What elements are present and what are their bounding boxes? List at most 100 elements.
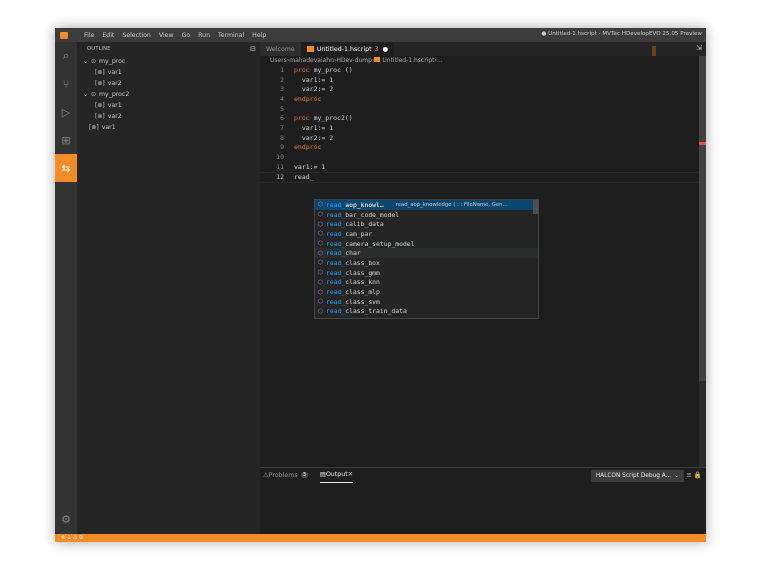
code-token: var2:= 2 — [294, 85, 334, 94]
outline-procedure[interactable]: ⌄ ⊙ my_proc — [77, 56, 260, 67]
code-line[interactable]: 4 endproc — [260, 94, 706, 104]
suggestion-match: read_ — [326, 239, 346, 248]
suggestion-label: camera_setup_model — [345, 239, 415, 248]
suggestion-item[interactable]: ⬡ read_ calib_data — [315, 219, 538, 229]
menu-item-go[interactable]: Go — [182, 32, 191, 39]
menu-item-file[interactable]: File — [84, 32, 94, 39]
suggestion-item[interactable]: ⬡ read_ class_svm — [315, 297, 538, 307]
code-line[interactable]: 3 var2:= 2 — [260, 84, 706, 94]
suggestion-item[interactable]: ⬡ read_ class_mlp — [315, 287, 538, 297]
output-channel-select[interactable]: HALCON Script Debug A... ⌄ — [590, 470, 684, 482]
tab-label: Untitled-1.hscript — [316, 45, 372, 53]
code-line[interactable]: 2 var1:= 1 — [260, 75, 706, 85]
suggestion-item[interactable]: ⬡ read_ class_gmm — [315, 268, 538, 278]
editor-scrollbar-thumb[interactable] — [699, 56, 706, 381]
breadcrumb-item[interactable]: Untitled-1.hscript — [374, 57, 435, 64]
bottom-panel: ⚠ Problems 3 ▤ Output ✕ HALCON Script Debu… — [260, 467, 706, 535]
breadcrumb-item[interactable]: mahadevaiahn — [289, 57, 334, 64]
collapse-all-icon[interactable]: ⊟ — [250, 45, 256, 53]
suggestion-label: class_mlp — [345, 288, 380, 297]
code-line[interactable]: 8 var2:= 2 — [260, 133, 706, 143]
method-cube-icon: ⬡ — [317, 288, 324, 296]
panel-action-icons[interactable]: ≡ 🔒 — [686, 471, 702, 479]
suggestion-widget[interactable]: ⬡ read_ aop_knowl… read_aop_knowledge ( : :… — [314, 199, 539, 319]
outline-variable[interactable]: [⊗] var2 — [77, 78, 260, 89]
code-line[interactable]: 7 var1:= 1 — [260, 123, 706, 133]
outline-tree: ⌄ ⊙ my_proc [⊗] var1 [⊗] var2 ⌄ ⊙ my_proc2 [⊗] var1… — [77, 56, 260, 133]
menu-item-help[interactable]: Help — [252, 32, 266, 39]
breadcrumb-item[interactable]: Users — [270, 57, 287, 64]
halcon-icon[interactable]: ⇆ — [55, 154, 77, 182]
outline-variable[interactable]: [⊗] var2 — [77, 111, 260, 122]
menu-item-run[interactable]: Run — [198, 32, 210, 39]
method-cube-icon: ⬡ — [317, 240, 324, 248]
method-cube-icon: ⬡ — [317, 201, 324, 209]
procedure-icon: ⊙ — [91, 58, 97, 65]
outline-variable[interactable]: [⊗] var1 — [77, 67, 260, 78]
minimap[interactable] — [652, 46, 656, 56]
outline-variable[interactable]: [⊗] var1 — [77, 122, 260, 133]
run-debug-icon[interactable]: ▷ — [55, 98, 77, 126]
suggestion-match: read_ — [326, 229, 346, 238]
suggestion-item[interactable]: ⬡ read_ class_knn — [315, 278, 538, 288]
code-token: endproc — [294, 143, 322, 152]
search-icon[interactable]: ⌕ — [55, 42, 77, 70]
suggestion-item[interactable]: ⬡ read_ char — [315, 248, 538, 259]
settings-gear-icon[interactable]: ⚙ — [55, 513, 77, 526]
chevron-down-icon[interactable]: ⌄ — [83, 91, 91, 98]
split-editor-icon[interactable]: ⇲ — [696, 44, 702, 52]
menu-item-selection[interactable]: Selection — [122, 32, 151, 39]
suggestion-item[interactable]: ⬡ read_ cam_par — [315, 229, 538, 239]
code-token: endproc — [294, 94, 322, 103]
panel-tab-problems[interactable]: ⚠ Problems 3 — [263, 468, 308, 482]
suggestion-item[interactable]: ⬡ read_ camera_setup_model — [315, 239, 538, 249]
suggestion-label: calib_data — [345, 220, 384, 229]
line-number: 6 — [280, 114, 284, 123]
code-line[interactable]: 1 proc my_proc () — [260, 65, 706, 75]
suggestion-item[interactable]: ⬡ read_ class_train_data — [315, 307, 538, 317]
breadcrumb-item[interactable]: HDev-dump — [336, 57, 372, 64]
close-icon[interactable]: ✕ — [348, 471, 353, 478]
code-line[interactable]: 5 — [260, 104, 706, 114]
chevron-down-icon[interactable]: ⌄ — [83, 58, 91, 65]
suggestion-label: class_svm — [345, 297, 380, 306]
hscript-file-icon — [306, 46, 314, 52]
suggestion-item[interactable]: ⬡ read_ class_box — [315, 258, 538, 268]
app-window: File Edit Selection View Go Run Terminal Help ●… — [55, 28, 706, 542]
panel-tab-output[interactable]: ▤ Output ✕ — [319, 468, 353, 483]
code-line[interactable]: 12 read_ — [260, 171, 706, 184]
outline-procedure[interactable]: ⌄ ⊙ my_proc2 — [77, 89, 260, 100]
suggestion-item[interactable]: ⬡ read_ bar_code_model — [315, 210, 538, 220]
suggestion-label: bar_code_model — [345, 210, 400, 219]
method-cube-icon: ⬡ — [317, 220, 324, 228]
source-control-icon[interactable]: ⑂ — [55, 70, 77, 98]
suggestion-item[interactable]: ⬡ read_ aop_knowl… read_aop_knowledge ( : :… — [315, 200, 538, 210]
outline-label: var2 — [107, 113, 122, 120]
outline-label: var1 — [107, 102, 122, 109]
suggestion-label: cam_par — [345, 229, 373, 238]
code-line[interactable]: 10 — [260, 152, 706, 162]
problems-status[interactable]: ⊗ 1 ⚠ 0 — [61, 535, 83, 541]
breadcrumb-item[interactable]: ... — [437, 57, 443, 64]
menu-item-view[interactable]: View — [159, 32, 174, 39]
outline-variable[interactable]: [⊗] var1 — [77, 100, 260, 111]
tab-welcome[interactable]: Welcome — [260, 42, 301, 56]
code-line[interactable]: 6 proc my_proc2() — [260, 113, 706, 123]
panel-tab-label: Output — [325, 471, 348, 478]
menu-item-terminal[interactable]: Terminal — [218, 32, 244, 39]
menu-item-edit[interactable]: Edit — [102, 32, 114, 39]
code-token: read_ — [294, 173, 314, 182]
line-number: 7 — [280, 123, 284, 132]
variable-icon: [⊗] — [95, 69, 105, 76]
suggestion-match: read_ — [326, 288, 346, 297]
code-editor[interactable]: 1 proc my_proc () 2 var1:= 13 var2:= 2 4 end… — [260, 65, 706, 184]
menu-bar: File Edit Selection View Go Run Terminal Help — [84, 32, 274, 39]
code-line[interactable]: 11 var1:= 1 — [260, 162, 706, 172]
code-line[interactable]: 9 endproc — [260, 143, 706, 153]
tab-untitled-1[interactable]: Untitled-1.hscript 3 ● — [300, 42, 395, 56]
unsaved-dot-icon[interactable]: ● — [383, 46, 389, 53]
suggestion-scrollbar[interactable] — [533, 200, 538, 214]
app-logo-icon — [58, 28, 70, 42]
extensions-icon[interactable]: ⊞ — [55, 126, 77, 154]
suggestion-match: read_ — [326, 268, 346, 277]
